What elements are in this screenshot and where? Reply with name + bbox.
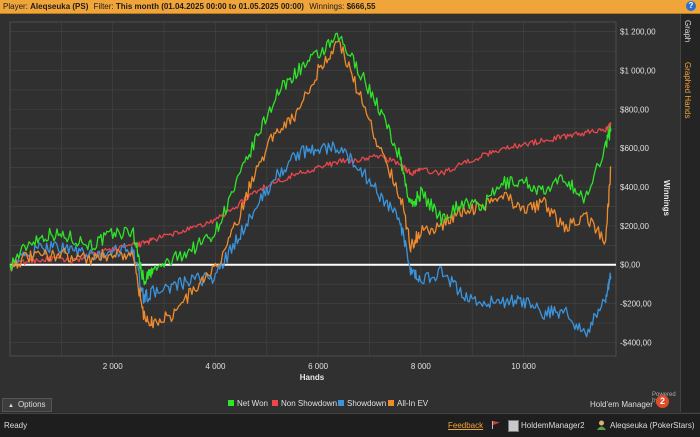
- y-tick-label: $800,00: [620, 105, 649, 114]
- flag-icon[interactable]: [492, 421, 500, 429]
- feedback-link[interactable]: Feedback: [448, 414, 483, 437]
- x-tick-label: 6 000: [308, 362, 329, 371]
- graph-panel: 2 000 4 000 6 000 8 000 10 000 $1 200,00 $1 0…: [0, 14, 680, 412]
- active-user[interactable]: Aleqseuka (PokerStars): [610, 414, 694, 437]
- x-tick-label: 8 000: [411, 362, 432, 371]
- legend-swatch: [272, 400, 278, 406]
- player-value: Aleqseuka (PS): [30, 2, 89, 11]
- winnings-chart: 2 000 4 000 6 000 8 000 10 000 $1 200,00 $1 0…: [0, 14, 680, 412]
- y-tick-label: $0,00: [620, 261, 641, 270]
- y-tick-label: $1 200,00: [620, 28, 656, 37]
- winnings-value: $666,55: [346, 2, 376, 11]
- legend-label: Non Showdown: [281, 399, 337, 408]
- y-tick-label: $1 000,00: [620, 67, 656, 76]
- options-button[interactable]: ▲ Options: [2, 398, 52, 412]
- app-name: HoldemManager2: [521, 421, 585, 430]
- legend-label: Net Won: [237, 399, 268, 408]
- y-tick-label: $200,00: [620, 222, 649, 231]
- holdem-manager-icon: [508, 420, 519, 432]
- status-bar: Ready Feedback HoldemManager2 Aleqseuka …: [0, 413, 700, 437]
- x-tick-label: 2 000: [103, 362, 124, 371]
- chart-legend: Net Won Non Showdown Showdown All-In EV: [228, 399, 429, 408]
- status-text: Ready: [4, 421, 28, 430]
- x-tick-label: 10 000: [511, 362, 536, 371]
- options-label: Options: [17, 400, 46, 409]
- expand-triangle-icon: ▲: [8, 403, 14, 409]
- winnings-label: Winnings:: [309, 2, 345, 11]
- y-tick-label: -$200,00: [620, 300, 652, 309]
- filter-value[interactable]: This month (01.04.2025 00:00 to 01.05.20…: [116, 2, 304, 11]
- filter-bar: Player: Aleqseuka (PS) Filter: This mont…: [0, 0, 700, 14]
- legend-swatch: [388, 400, 394, 406]
- y-tick-label: $600,00: [620, 144, 649, 153]
- help-icon[interactable]: ?: [686, 1, 696, 11]
- user-icon: [597, 420, 606, 430]
- y-axis-label: Winnings: [662, 180, 671, 216]
- y-tick-label: -$400,00: [620, 338, 652, 347]
- brand-badge: 2: [656, 395, 669, 408]
- y-tick-label: $400,00: [620, 183, 649, 192]
- side-tab-strip: Graph Graphed Hands: [680, 14, 700, 412]
- legend-label: All-In EV: [397, 399, 429, 408]
- x-axis-label: Hands: [300, 373, 325, 382]
- brand-logo: Powered by Hold'em Manager 2: [590, 392, 676, 412]
- legend-swatch: [228, 400, 234, 406]
- x-tick-label: 4 000: [205, 362, 226, 371]
- filter-label: Filter:: [93, 2, 114, 11]
- tab-graphed-hands[interactable]: Graphed Hands: [683, 62, 692, 118]
- player-label: Player:: [3, 2, 28, 11]
- legend-swatch: [338, 400, 344, 406]
- brand-name: Hold'em Manager: [590, 400, 653, 409]
- tab-graph[interactable]: Graph: [683, 20, 692, 42]
- legend-label: Showdown: [347, 399, 386, 408]
